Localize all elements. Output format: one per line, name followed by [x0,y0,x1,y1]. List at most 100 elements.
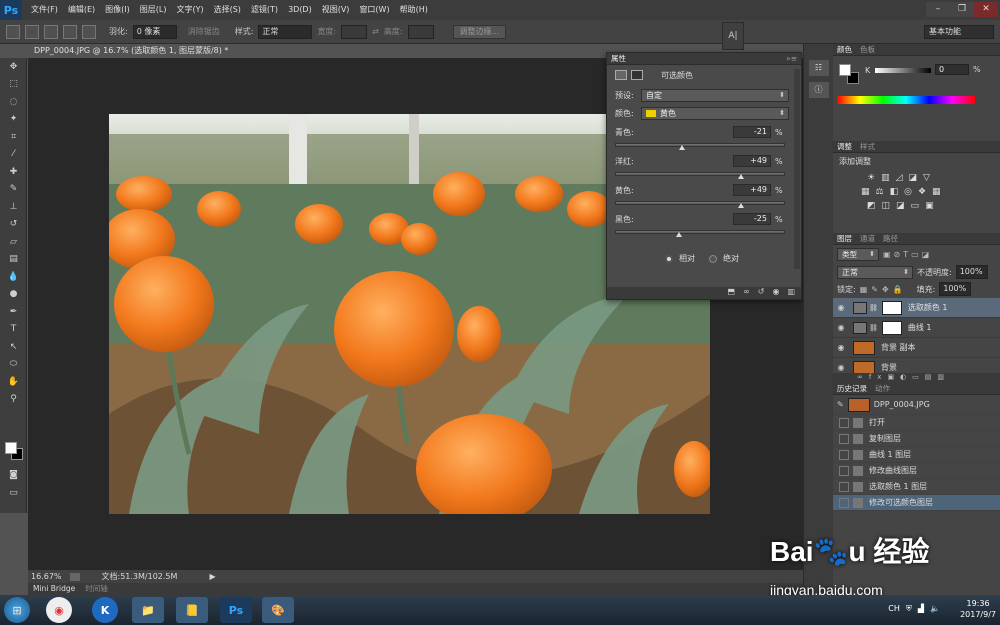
history-item[interactable]: 打开 [833,415,1000,431]
mask-thumbnail[interactable] [881,300,902,315]
link-icon[interactable]: ⛓ [869,304,878,312]
document-tab[interactable]: DPP_0004.JPG @ 16.7% (选取颜色 1, 图层蒙版/8) * [28,44,228,58]
menu-item-1[interactable]: 编辑(E) [63,0,100,20]
history-source-checkbox[interactable] [839,465,849,476]
zoom-tool-icon[interactable]: ⚲ [0,391,27,409]
k-app-taskbar-icon[interactable]: K [92,597,118,623]
menu-item-2[interactable]: 图像(I) [100,0,135,20]
quick-mask-icon[interactable]: ◙ [0,466,27,484]
levels-icon[interactable]: ▥ [881,173,890,183]
slider-thumb[interactable] [676,232,682,237]
selective-color-icon[interactable]: ▣ [925,201,934,211]
properties-scrollbar[interactable] [794,69,800,269]
channel-mixer-icon[interactable]: ❖ [918,187,926,197]
menu-item-3[interactable]: 图层(L) [135,0,172,20]
tab-actions[interactable]: 动作 [875,383,890,394]
history-source-checkbox[interactable] [839,497,849,508]
clock[interactable]: 19:36 2017/9/7 [960,598,996,620]
layer-thumbnail[interactable] [853,340,875,355]
mask-icon[interactable] [631,70,643,80]
explorer-taskbar-icon[interactable]: 📁 [132,597,164,623]
dodge-tool-icon[interactable]: ● [0,286,27,304]
start-button[interactable]: ⊞ [4,597,30,623]
close-button[interactable]: ✕ [974,2,998,17]
chrome-taskbar-icon[interactable]: ◉ [46,597,72,623]
exposure-icon[interactable]: ◪ [909,173,918,183]
feather-input[interactable]: 0 像素 [132,24,177,39]
eye-icon[interactable]: ◉ [833,343,849,352]
clone-stamp-tool-icon[interactable]: ⊥ [0,198,27,216]
height-input[interactable] [407,24,434,39]
screen-mode-icon[interactable]: ▭ [0,484,27,502]
intersect-selection-icon[interactable] [82,24,96,39]
swap-icon[interactable]: ⇄ [372,27,379,36]
crop-tool-icon[interactable]: ⌗ [0,128,27,146]
photoshop-taskbar-icon[interactable]: Ps [220,597,252,623]
k-slider[interactable] [875,68,931,73]
eye-icon[interactable]: ◉ [833,303,849,312]
history-source-checkbox[interactable] [839,433,849,444]
bw-icon[interactable]: ◧ [890,187,899,197]
lasso-tool-icon[interactable]: ◌ [0,93,27,111]
menu-item-10[interactable]: 帮助(H) [395,0,433,20]
network-icon[interactable]: ▟ [918,604,924,614]
history-item[interactable]: 修改曲线图层 [833,463,1000,479]
color-lookup-icon[interactable]: ▦ [932,187,941,197]
zoom-readout[interactable]: 16.67% [31,572,62,581]
restore-button[interactable]: ❐ [950,2,974,17]
absolute-radio[interactable] [709,254,717,263]
slider-value-input[interactable]: -21 [733,126,771,138]
delete-icon[interactable]: ▥ [787,287,795,299]
blur-tool-icon[interactable]: 💧 [0,268,27,286]
fg-color-chip[interactable] [839,64,851,76]
reset-icon[interactable]: ↺ [758,287,765,299]
paint-taskbar-icon[interactable]: 🎨 [262,597,294,623]
menu-item-7[interactable]: 3D(D) [283,0,317,20]
volume-icon[interactable]: 🔈 [930,604,940,614]
subtract-selection-icon[interactable] [63,24,77,39]
filter-icons[interactable]: ▣⊘T▭◪ [883,250,932,259]
tab-swatches[interactable]: 色板 [860,44,875,55]
character-panel-icon[interactable]: A| [722,22,744,50]
move-tool-icon[interactable]: ✥ [0,58,27,76]
vibrance-icon[interactable]: ▽ [923,173,930,183]
layers-footer-icons[interactable]: ∞fx▣◐▭▤▥ [833,373,1000,383]
marquee-tool-icon[interactable]: ⬚ [0,76,27,94]
new-selection-icon[interactable] [25,24,39,39]
path-select-tool-icon[interactable]: ↖ [0,338,27,356]
history-item[interactable]: 修改可选颜色图层 [833,495,1000,511]
slider-track[interactable] [615,230,785,237]
clip-icon[interactable]: ⬒ [728,287,736,299]
invert-icon[interactable]: ◩ [867,201,876,211]
posterize-icon[interactable]: ◫ [882,201,891,211]
link-icon[interactable]: ∞ [743,287,750,299]
history-snapshot-row[interactable]: ✎ DPP_0004.JPG [833,395,1000,415]
history-source-checkbox[interactable] [839,449,849,460]
slider-thumb[interactable] [738,174,745,179]
slider-track[interactable] [615,201,785,208]
menu-item-4[interactable]: 文字(Y) [171,0,208,20]
slider-track[interactable] [615,143,785,150]
tab-paths[interactable]: 路径 [883,233,898,244]
history-item[interactable]: 选取颜色 1 图层 [833,479,1000,495]
add-selection-icon[interactable] [44,24,58,39]
hand-tool-icon[interactable]: ✋ [0,373,27,391]
colors-select[interactable]: 黄色 [641,107,789,120]
relative-radio[interactable] [665,254,673,263]
notes-taskbar-icon[interactable]: 📒 [176,597,208,623]
layer-filter-select[interactable]: 类型 [837,248,879,261]
minimize-button[interactable]: – [926,2,950,17]
panel-menu-icon[interactable]: »≡ [786,54,797,63]
menu-item-5[interactable]: 选择(S) [209,0,246,20]
tab-timeline[interactable]: 时间轴 [80,583,113,595]
type-tool-icon[interactable]: T [0,321,27,339]
brightness-icon[interactable]: ☀ [867,173,875,183]
workspace-select[interactable]: 基本功能 [924,25,994,39]
status-icon[interactable] [69,572,80,581]
color-balance-icon[interactable]: ⚖ [876,187,884,197]
info-dock-icon[interactable]: ⓘ [808,82,829,98]
link-icon[interactable]: ⛓ [869,324,878,332]
tab-channels[interactable]: 通道 [860,233,875,244]
history-source-checkbox[interactable] [839,417,849,428]
slider-thumb[interactable] [679,145,686,150]
